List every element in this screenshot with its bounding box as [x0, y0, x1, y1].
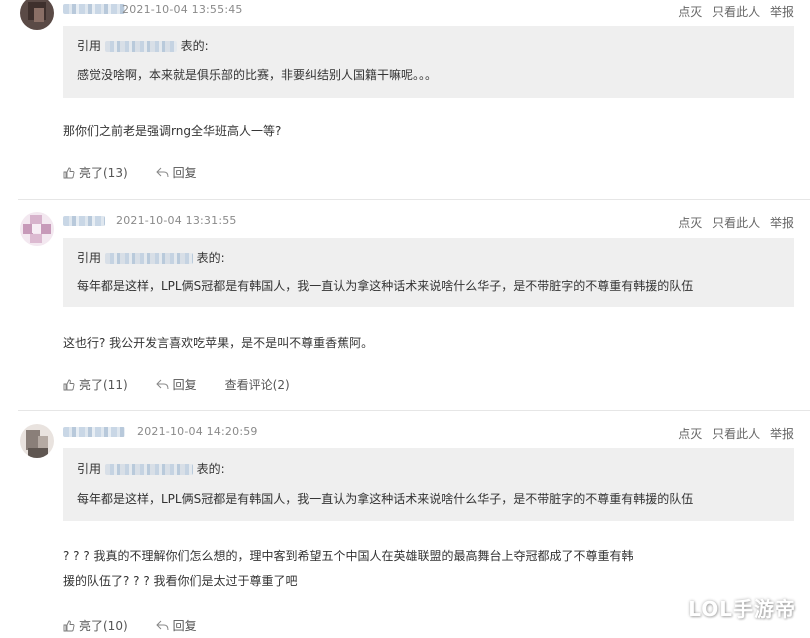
quote-prefix: 引用	[77, 251, 102, 265]
reply-label: 回复	[172, 166, 197, 180]
quote-header: 引用 表的:	[77, 460, 225, 477]
dislike-link[interactable]: 点灭	[678, 5, 702, 19]
quoted-comment: 引用 表的: 每年都是这样，LPL俩S冠都是有韩国人，我一直认为拿这种话术来说啥…	[63, 238, 794, 307]
only-this-user-link[interactable]: 只看此人	[712, 5, 760, 19]
quote-header: 引用 表的:	[77, 249, 225, 266]
comment-text-line-1: ? ? ? 我真的不理解你们怎么想的，理中客到希望五个中国人在英雄联盟的最高舞台…	[63, 549, 634, 563]
view-replies-label: 查看评论(2)	[224, 378, 290, 392]
comment-actions: 点灭 只看此人 举报	[672, 425, 794, 442]
thumbs-up-icon	[63, 620, 75, 631]
comment-2: 2021-10-04 13:31:55 点灭 只看此人 举报 引用 表的: 每年…	[0, 200, 810, 410]
only-this-user-link[interactable]: 只看此人	[712, 427, 760, 441]
quoted-username-redacted	[104, 253, 193, 264]
comment-text: 这也行? 我公开发言喜欢吃苹果，是不是叫不尊重香蕉阿。	[63, 336, 374, 350]
quote-suffix: 表的:	[180, 39, 209, 53]
username-redacted[interactable]	[63, 427, 125, 437]
comment-time: 2021-10-04 13:31:55	[116, 214, 237, 227]
quoted-username-redacted	[104, 41, 177, 52]
only-this-user-link[interactable]: 只看此人	[712, 216, 760, 230]
avatar[interactable]	[20, 0, 54, 30]
comment-footer: 亮了(11) 回复 查看评论(2)	[63, 376, 318, 393]
reply-label: 回复	[172, 619, 197, 633]
reply-button[interactable]: 回复	[155, 376, 197, 393]
quoted-username-redacted	[104, 464, 193, 475]
comment-text-line-2: 援的队伍了? ? ? 我看你们是太过于尊重了吧	[63, 574, 298, 588]
quote-suffix: 表的:	[196, 251, 225, 265]
reply-arrow-icon	[155, 167, 169, 178]
comment-actions: 点灭 只看此人 举报	[672, 214, 794, 231]
report-link[interactable]: 举报	[770, 427, 794, 441]
like-count-label: 亮了(11)	[79, 378, 128, 392]
dislike-link[interactable]: 点灭	[678, 216, 702, 230]
like-button[interactable]: 亮了(13)	[63, 164, 128, 181]
comment-text: 那你们之前老是强调rng全华班高人一等?	[63, 124, 282, 138]
quote-body: 每年都是这样，LPL俩S冠都是有韩国人，我一直认为拿这种话术来说啥什么华子，是不…	[77, 492, 694, 506]
comment-footer: 亮了(13) 回复	[63, 164, 225, 181]
avatar[interactable]	[20, 212, 54, 246]
reply-arrow-icon	[155, 620, 169, 631]
report-link[interactable]: 举报	[770, 216, 794, 230]
quote-prefix: 引用	[77, 39, 102, 53]
quote-body: 每年都是这样，LPL俩S冠都是有韩国人，我一直认为拿这种话术来说啥什么华子，是不…	[77, 279, 694, 293]
reply-button[interactable]: 回复	[155, 164, 197, 181]
comment-actions: 点灭 只看此人 举报	[672, 3, 794, 20]
view-replies-link[interactable]: 查看评论(2)	[225, 376, 290, 393]
comment-time: 2021-10-04 14:20:59	[137, 425, 258, 438]
comment-time: 2021-10-04 13:55:45	[122, 3, 243, 16]
quote-body: 感觉没啥啊，本来就是俱乐部的比赛，非要纠结别人国籍干嘛呢。。。	[77, 68, 438, 82]
watermark: LOL手游帝	[688, 597, 796, 621]
username-redacted[interactable]	[63, 4, 125, 14]
quoted-comment: 引用 表的: 每年都是这样，LPL俩S冠都是有韩国人，我一直认为拿这种话术来说啥…	[63, 448, 794, 521]
like-button[interactable]: 亮了(11)	[63, 376, 128, 393]
comment-footer: 亮了(10) 回复	[63, 617, 225, 634]
quote-suffix: 表的:	[196, 462, 225, 476]
quote-prefix: 引用	[77, 462, 102, 476]
reply-arrow-icon	[155, 379, 169, 390]
dislike-link[interactable]: 点灭	[678, 427, 702, 441]
like-count-label: 亮了(13)	[79, 166, 128, 180]
thumbs-up-icon	[63, 167, 75, 178]
thumbs-up-icon	[63, 379, 75, 390]
quoted-comment: 引用 表的: 感觉没啥啊，本来就是俱乐部的比赛，非要纠结别人国籍干嘛呢。。。	[63, 26, 794, 98]
reply-button[interactable]: 回复	[155, 617, 197, 634]
quote-header: 引用 表的:	[77, 37, 209, 54]
report-link[interactable]: 举报	[770, 5, 794, 19]
avatar[interactable]	[20, 424, 54, 458]
comment-1: 2021-10-04 13:55:45 点灭 只看此人 举报 引用 表的: 感觉…	[0, 0, 810, 200]
reply-label: 回复	[172, 378, 197, 392]
like-count-label: 亮了(10)	[79, 619, 128, 633]
like-button[interactable]: 亮了(10)	[63, 617, 128, 634]
username-redacted[interactable]	[63, 216, 105, 226]
